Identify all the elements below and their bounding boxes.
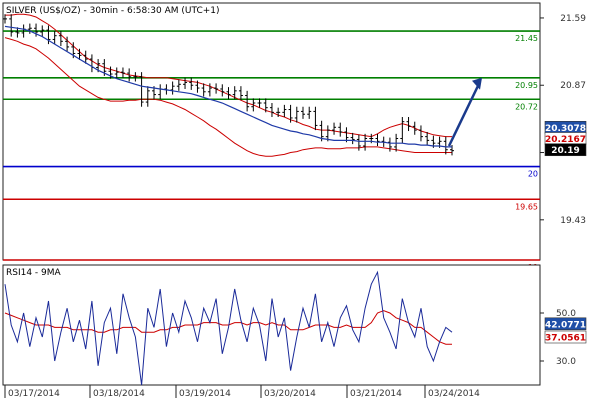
level-label-1: 20.95 <box>515 81 538 90</box>
x-tick-label-3: 03/20/2014 <box>264 389 316 399</box>
chart-title: SILVER (US$/OZ) - 30min - 6:58:30 AM (UT… <box>6 6 220 16</box>
x-tick-label-5: 03/24/2014 <box>428 389 480 399</box>
rsi-tag-text-0: 42.0771 <box>545 320 586 330</box>
price-panel-frame <box>2 2 541 261</box>
rsi-tick-label-1: 30.0 <box>556 357 576 367</box>
rsi-tag-text-1: 37.0561 <box>545 334 586 344</box>
rsi-panel-label: RSI14 - 9MA <box>6 268 62 278</box>
level-label-0: 21.45 <box>515 34 538 43</box>
price-tick-label-0: 21.59 <box>560 14 586 24</box>
x-tick-label-1: 03/18/2014 <box>93 389 145 399</box>
price-tick-label-1: 20.87 <box>560 81 586 91</box>
x-tick-label-2: 03/19/2014 <box>179 389 231 399</box>
price-tag-text-2: 20.19 <box>551 146 579 156</box>
level-label-4: 19.65 <box>515 202 538 211</box>
level-label-2: 20.72 <box>515 102 538 111</box>
x-tick-label-4: 03/21/2014 <box>350 389 402 399</box>
price-chart: SILVER (US$/OZ) - 30min - 6:58:30 AM (UT… <box>2 2 587 399</box>
price-tick-label-3: 19.43 <box>560 216 586 226</box>
level-label-3: 20 <box>528 170 538 179</box>
x-tick-label-0: 03/17/2014 <box>8 389 60 399</box>
rsi-panel-frame <box>2 264 541 386</box>
